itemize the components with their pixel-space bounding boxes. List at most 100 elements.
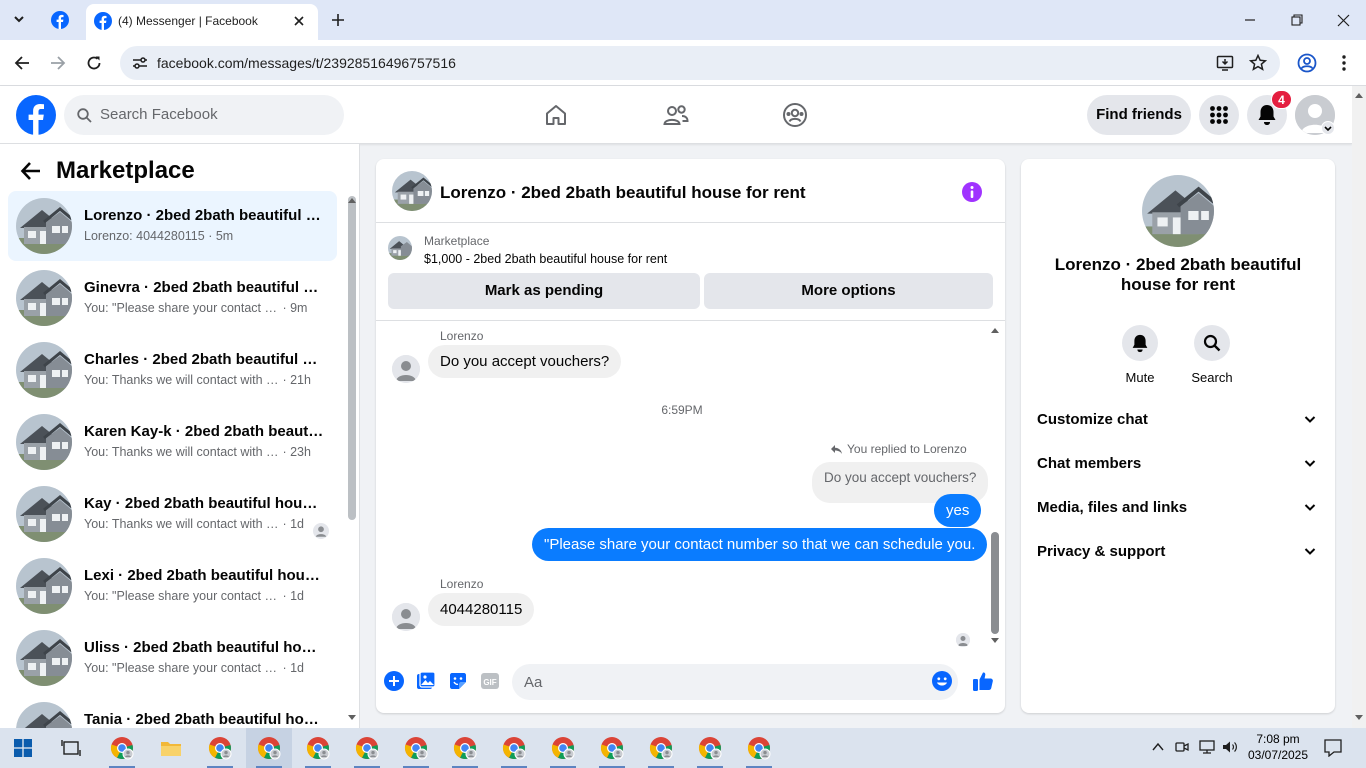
bookmark-star-icon[interactable] (1249, 54, 1267, 72)
message-input[interactable] (512, 664, 958, 700)
section-privacy-support[interactable]: Privacy & support (1029, 534, 1327, 570)
more-actions-button[interactable] (384, 671, 404, 691)
notification-center-icon[interactable] (1324, 739, 1342, 757)
close-tab-button[interactable] (291, 13, 307, 29)
address-bar[interactable]: facebook.com/messages/t/2392851649675751… (120, 46, 1280, 80)
sender-avatar[interactable] (392, 355, 420, 383)
send-like-button[interactable] (972, 670, 994, 692)
chat-title[interactable]: Lorenzo · 2bed 2bath beautiful house for… (440, 183, 806, 203)
incoming-message[interactable]: Do you accept vouchers? (428, 345, 622, 378)
facebook-search-box[interactable]: Search Facebook (64, 95, 344, 135)
task-view-button[interactable] (48, 728, 94, 768)
back-button[interactable] (10, 51, 34, 75)
sender-avatar[interactable] (392, 603, 420, 631)
profile-button[interactable] (1295, 51, 1319, 75)
site-settings-icon[interactable] (132, 56, 148, 70)
scroll-down-icon[interactable] (1354, 714, 1364, 722)
start-button[interactable] (0, 728, 46, 768)
find-friends-button[interactable]: Find friends (1087, 95, 1191, 135)
task-view-icon (61, 740, 81, 756)
taskbar-chrome-window[interactable] (197, 728, 243, 768)
mute-button[interactable]: Mute (1110, 325, 1170, 385)
taskbar-chrome-window[interactable] (540, 728, 586, 768)
conversation-item[interactable]: Lexi · 2bed 2bath beautiful house for re… (8, 551, 337, 621)
conversation-item[interactable]: Uliss · 2bed 2bath beautiful house for r… (8, 623, 337, 693)
conversation-item[interactable]: Karen Kay-k · 2bed 2bath beautiful house… (8, 407, 337, 477)
windows-logo-icon (14, 739, 32, 757)
taskbar-chrome-window[interactable] (687, 728, 733, 768)
scroll-up-icon[interactable] (347, 196, 357, 204)
listing-thumbnail[interactable] (388, 236, 412, 260)
reply-indicator-text: You replied to Lorenzo (847, 442, 967, 456)
taskbar-chrome-window[interactable] (393, 728, 439, 768)
incoming-message[interactable]: 4044280115 (428, 593, 535, 626)
url-text[interactable]: facebook.com/messages/t/2392851649675751… (157, 55, 456, 71)
search-in-conversation-button[interactable]: Search (1182, 325, 1242, 385)
scroll-up-icon[interactable] (1354, 91, 1364, 99)
install-app-icon[interactable] (1216, 54, 1234, 72)
page-scrollbar[interactable] (1352, 86, 1366, 728)
network-icon[interactable] (1199, 740, 1215, 754)
taskbar-chrome-window[interactable] (344, 728, 390, 768)
taskbar-chrome-window[interactable] (491, 728, 537, 768)
chat-scrollbar[interactable] (991, 532, 999, 634)
chevron-down-icon (1304, 460, 1316, 467)
scroll-down-icon[interactable] (990, 637, 1000, 645)
scroll-up-icon[interactable] (990, 326, 1000, 334)
chevron-down-icon (1304, 416, 1316, 423)
outgoing-message[interactable]: "Please share your contact number so tha… (532, 528, 988, 561)
gif-button[interactable]: GIF (480, 671, 500, 691)
section-customize-chat[interactable]: Customize chat (1029, 402, 1327, 438)
chat-avatar[interactable] (392, 171, 432, 211)
section-label: Chat members (1037, 455, 1142, 472)
system-clock[interactable]: 7:08 pm 03/07/2025 (1240, 731, 1316, 763)
taskbar-chrome-window[interactable] (99, 728, 145, 768)
taskbar-chrome-window[interactable] (442, 728, 488, 768)
listing-price-title[interactable]: $1,000 - 2bed 2bath beautiful house for … (424, 252, 667, 266)
conversation-info-button[interactable] (961, 181, 983, 203)
browser-menu-button[interactable] (1332, 51, 1356, 75)
account-chevron-icon[interactable] (1321, 121, 1335, 135)
scroll-down-icon[interactable] (347, 714, 357, 722)
pinned-tab-facebook[interactable] (48, 8, 72, 32)
taskbar-chrome-window[interactable] (246, 728, 292, 768)
sidebar-scrollbar[interactable] (348, 196, 356, 520)
reload-button[interactable] (82, 51, 106, 75)
details-avatar[interactable] (1142, 175, 1214, 247)
taskbar-chrome-window[interactable] (589, 728, 635, 768)
facebook-logo[interactable] (16, 95, 56, 135)
nav-home[interactable] (536, 95, 576, 135)
tab-search-button[interactable] (8, 8, 30, 30)
emoji-button[interactable] (932, 671, 952, 691)
taskbar-chrome-window[interactable] (638, 728, 684, 768)
more-options-button[interactable]: More options (704, 273, 993, 309)
new-tab-button[interactable] (326, 8, 350, 32)
minimize-button[interactable] (1235, 6, 1265, 34)
restore-button[interactable] (1282, 6, 1312, 34)
conversation-item[interactable]: Tania · 2bed 2bath beautiful house for r… (8, 695, 337, 728)
attach-media-button[interactable] (416, 671, 436, 691)
mark-as-pending-button[interactable]: Mark as pending (388, 273, 700, 309)
menu-button[interactable] (1199, 95, 1239, 135)
conversation-item[interactable]: Ginevra · 2bed 2bath beautiful house for… (8, 263, 337, 333)
file-explorer-button[interactable] (148, 728, 194, 768)
chevron-up-icon[interactable] (1152, 742, 1164, 752)
marketplace-inbox-panel: Marketplace Lorenzo · 2bed 2bath beautif… (0, 144, 360, 728)
section-media-files-links[interactable]: Media, files and links (1029, 490, 1327, 526)
forward-button[interactable] (46, 51, 70, 75)
nav-friends[interactable] (656, 95, 696, 135)
outgoing-message[interactable]: yes (934, 494, 982, 527)
taskbar-chrome-window[interactable] (295, 728, 341, 768)
nav-groups[interactable] (775, 95, 815, 135)
taskbar-chrome-window[interactable] (736, 728, 782, 768)
meet-now-icon[interactable] (1175, 740, 1189, 754)
close-window-button[interactable] (1328, 6, 1358, 34)
conversation-item[interactable]: Lorenzo · 2bed 2bath beautiful house for… (8, 191, 337, 261)
sticker-button[interactable] (448, 671, 468, 691)
back-arrow-button[interactable] (20, 160, 42, 182)
tab-messenger[interactable]: (4) Messenger | Facebook (86, 4, 318, 40)
conversation-item[interactable]: Charles · 2bed 2bath beautiful house for… (8, 335, 337, 405)
conversation-item[interactable]: Kay · 2bed 2bath beautiful house for ren… (8, 479, 337, 549)
volume-icon[interactable] (1222, 740, 1238, 754)
section-chat-members[interactable]: Chat members (1029, 446, 1327, 482)
